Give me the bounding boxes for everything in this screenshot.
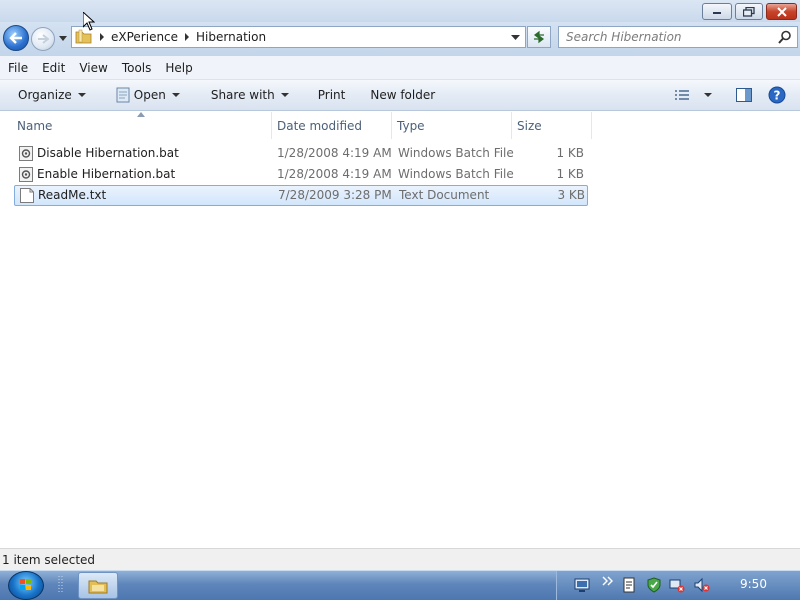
refresh-icon [534,30,544,44]
document-tray-icon[interactable] [621,577,637,593]
file-row-readme[interactable]: ReadMe.txt 7/28/2009 3:28 PM Text Docume… [14,185,588,206]
organize-button[interactable]: Organize [0,80,95,110]
minimize-button[interactable] [702,3,732,20]
search-input[interactable]: Search Hibernation [558,26,798,48]
menu-help[interactable]: Help [159,61,198,75]
file-size: 3 KB [557,188,585,202]
minimize-icon [713,11,721,14]
breadcrumb-experience[interactable]: eXPerience [111,30,178,44]
file-name: Enable Hibernation.bat [37,167,176,181]
security-shield-icon[interactable] [646,577,662,593]
open-label: Open [133,88,166,102]
chevron-expand-icon[interactable] [600,574,616,590]
search-icon[interactable] [778,30,792,44]
details-view-icon [675,90,689,100]
chevron-down-icon [59,35,67,41]
column-header-size[interactable]: Size [512,112,592,139]
file-date: 1/28/2008 4:19 AM [277,167,392,181]
file-name: ReadMe.txt [38,188,107,202]
column-header-type[interactable]: Type [392,112,512,139]
file-name: Disable Hibernation.bat [37,146,179,160]
taskbar-explorer-button[interactable] [78,572,118,599]
preview-pane-button[interactable] [718,80,768,110]
sort-ascending-icon [137,112,145,117]
start-button[interactable] [8,571,44,600]
notepad-icon [116,87,130,103]
arrow-left-icon [9,32,22,44]
search-placeholder: Search Hibernation [566,30,682,44]
back-button[interactable] [3,25,29,51]
chevron-down-icon [77,93,86,97]
print-label: Print [317,88,346,102]
file-size: 1 KB [556,146,584,160]
network-error-icon[interactable] [669,577,685,593]
chevron-down-icon [280,93,289,97]
file-type: Windows Batch File [398,146,514,160]
batch-file-icon [19,146,33,161]
svg-text:?: ? [774,89,781,103]
share-with-button[interactable]: Share with [189,80,298,110]
file-row-enable-hibernation[interactable]: Enable Hibernation.bat 1/28/2008 4:19 AM… [14,165,588,185]
column-header-date[interactable]: Date modified [272,112,392,139]
clock[interactable]: 9:50 [740,577,767,591]
breadcrumb-separator[interactable] [185,33,190,41]
print-button[interactable]: Print [298,80,355,110]
batch-file-icon [19,167,33,182]
chevron-down-icon [704,93,712,97]
file-size: 1 KB [556,167,584,181]
status-bar: 1 item selected [0,548,800,570]
breadcrumb-hibernation[interactable]: Hibernation [196,30,266,44]
mouse-cursor-icon [83,12,95,31]
column-name-label: Name [17,118,53,133]
file-date: 7/28/2009 3:28 PM [278,188,392,202]
column-type-label: Type [397,118,425,133]
column-headers: Name Date modified Type Size [0,112,800,139]
maximize-button[interactable] [735,3,763,20]
file-type: Text Document [399,188,490,202]
column-header-name[interactable]: Name [12,112,272,139]
command-bar: Organize Open Share with Print New folde… [0,80,800,111]
menu-edit[interactable]: Edit [36,61,71,75]
explorer-folder-icon [88,580,108,593]
taskbar-grip-icon [58,576,63,594]
open-button[interactable]: Open [95,80,189,110]
address-dropdown-icon[interactable] [511,34,520,40]
close-icon [776,6,787,17]
view-options-button[interactable] [668,80,718,110]
status-text: 1 item selected [2,552,96,567]
new-folder-label: New folder [370,88,436,102]
recent-pages-button[interactable] [57,31,69,45]
maximize-icon [743,6,755,17]
address-bar[interactable]: eXPerience Hibernation [71,26,526,48]
arrow-right-icon [38,34,49,44]
windows-logo-icon [20,579,31,590]
preview-pane-icon [736,88,752,102]
breadcrumb-separator[interactable] [100,33,104,41]
file-row-disable-hibernation[interactable]: Disable Hibernation.bat 1/28/2008 4:19 A… [14,144,588,164]
chevron-down-icon [171,93,180,97]
menu-tools[interactable]: Tools [116,61,158,75]
file-date: 1/28/2008 4:19 AM [277,146,392,160]
menu-bar: File Edit View Tools Help [0,56,800,80]
menu-file[interactable]: File [2,61,34,75]
help-icon: ? [768,86,786,104]
share-with-label: Share with [210,88,275,102]
menu-view[interactable]: View [73,61,113,75]
new-folder-button[interactable]: New folder [354,80,444,110]
forward-button[interactable] [31,27,55,51]
monitor-icon[interactable] [574,577,590,593]
column-date-label: Date modified [277,118,363,133]
volume-muted-icon[interactable] [694,577,710,593]
text-file-icon [20,188,34,203]
close-button[interactable] [766,3,797,20]
file-type: Windows Batch File [398,167,514,181]
column-size-label: Size [517,118,542,133]
title-bar[interactable] [0,0,800,22]
organize-label: Organize [18,88,72,102]
help-button[interactable]: ? [768,80,800,110]
refresh-button[interactable] [527,26,551,48]
